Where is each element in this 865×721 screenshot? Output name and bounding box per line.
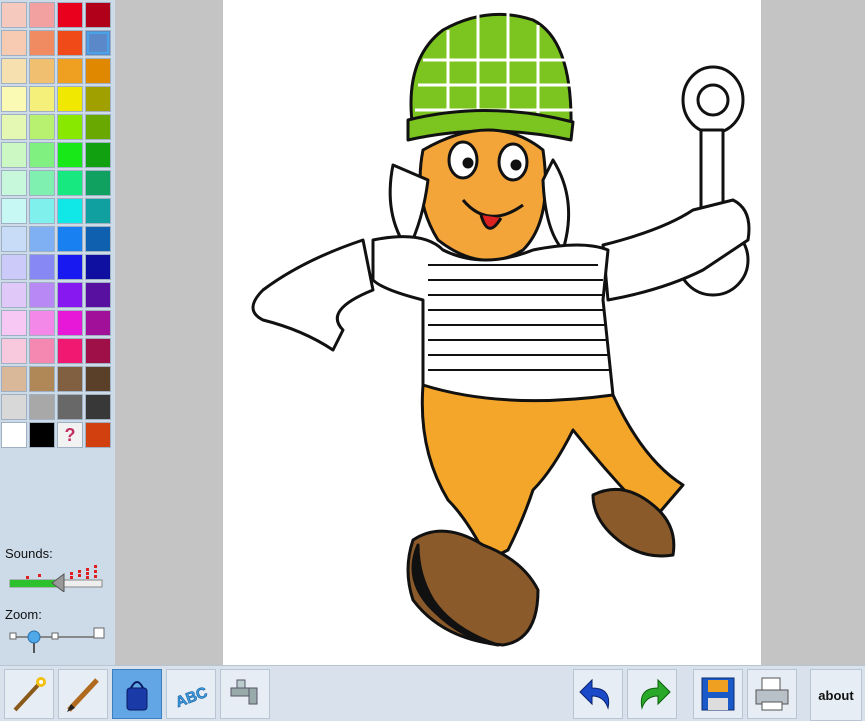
- color-swatch[interactable]: [1, 310, 27, 336]
- faucet-icon: [230, 679, 258, 705]
- color-swatch[interactable]: [1, 198, 27, 224]
- color-swatch[interactable]: [57, 170, 83, 196]
- color-swatch[interactable]: [85, 338, 111, 364]
- color-swatch[interactable]: [1, 58, 27, 84]
- left-panel: ? Sounds: Zoom:: [0, 0, 115, 665]
- color-swatch[interactable]: [1, 142, 27, 168]
- color-swatch[interactable]: [85, 282, 111, 308]
- undo-arrow-icon: [579, 678, 610, 710]
- color-swatch[interactable]: [1, 170, 27, 196]
- color-swatch[interactable]: [57, 114, 83, 140]
- color-swatch[interactable]: [29, 86, 55, 112]
- color-swatch[interactable]: [85, 226, 111, 252]
- text-abc-icon: ABC: [173, 684, 210, 712]
- color-swatch[interactable]: [85, 86, 111, 112]
- undo-button[interactable]: [573, 669, 623, 719]
- color-swatch[interactable]: [1, 338, 27, 364]
- zoom-slider-thumb: [27, 630, 41, 644]
- color-swatch[interactable]: [85, 114, 111, 140]
- faucet-tool[interactable]: [220, 669, 270, 719]
- abc-text: ABC: [173, 684, 210, 711]
- color-swatch[interactable]: [85, 170, 111, 196]
- color-swatch[interactable]: [1, 254, 27, 280]
- color-swatch[interactable]: [29, 30, 55, 56]
- color-swatch[interactable]: [57, 30, 83, 56]
- question-mark-icon: ?: [64, 424, 76, 445]
- color-swatch[interactable]: [1, 394, 27, 420]
- cartoon-character-drawing[interactable]: [223, 0, 761, 665]
- bottom-toolbar: ABC about: [0, 665, 865, 721]
- color-swatch[interactable]: [29, 394, 55, 420]
- color-swatch[interactable]: [1, 86, 27, 112]
- printer-icon: [755, 677, 789, 711]
- current-color-swatch[interactable]: [85, 422, 111, 448]
- color-swatch[interactable]: [57, 86, 83, 112]
- color-swatch[interactable]: [29, 422, 55, 448]
- color-swatch[interactable]: [85, 2, 111, 28]
- color-swatch[interactable]: [85, 394, 111, 420]
- color-swatch[interactable]: [29, 282, 55, 308]
- color-swatch[interactable]: [29, 170, 55, 196]
- zoom-slider[interactable]: [8, 625, 106, 655]
- paint-bucket-tool[interactable]: [112, 669, 162, 719]
- color-swatch[interactable]: [85, 254, 111, 280]
- color-swatch[interactable]: [1, 2, 27, 28]
- save-button[interactable]: [693, 669, 743, 719]
- color-swatch[interactable]: [85, 142, 111, 168]
- color-swatch[interactable]: [57, 394, 83, 420]
- color-swatch[interactable]: [57, 226, 83, 252]
- color-swatch[interactable]: [57, 198, 83, 224]
- pencil-icon: [67, 678, 99, 712]
- color-palette: ?: [1, 2, 111, 448]
- color-swatch[interactable]: [57, 310, 83, 336]
- zoom-label: Zoom:: [5, 607, 42, 622]
- color-swatch[interactable]: [85, 198, 111, 224]
- print-button[interactable]: [747, 669, 797, 719]
- color-swatch[interactable]: [29, 58, 55, 84]
- color-swatch[interactable]: [57, 338, 83, 364]
- magic-wand-tool[interactable]: [4, 669, 54, 719]
- color-swatch[interactable]: [85, 58, 111, 84]
- color-swatch[interactable]: [85, 30, 111, 56]
- color-swatch[interactable]: [29, 254, 55, 280]
- color-swatch[interactable]: [1, 282, 27, 308]
- color-swatch[interactable]: [57, 58, 83, 84]
- color-swatch[interactable]: [1, 226, 27, 252]
- color-swatch[interactable]: [85, 366, 111, 392]
- color-swatch[interactable]: [1, 114, 27, 140]
- color-swatch[interactable]: [1, 30, 27, 56]
- color-swatch[interactable]: [57, 254, 83, 280]
- volume-slider-thumb: [51, 573, 65, 592]
- pencil-tool[interactable]: [58, 669, 108, 719]
- color-swatch[interactable]: [29, 142, 55, 168]
- color-swatch[interactable]: [57, 282, 83, 308]
- color-swatch[interactable]: [1, 366, 27, 392]
- random-color-swatch[interactable]: ?: [57, 422, 83, 448]
- color-swatch[interactable]: [29, 338, 55, 364]
- text-tool[interactable]: ABC: [166, 669, 216, 719]
- about-button[interactable]: about: [810, 669, 862, 721]
- sounds-label: Sounds:: [5, 546, 53, 561]
- redo-arrow-icon: [640, 678, 671, 710]
- color-swatch[interactable]: [29, 198, 55, 224]
- color-swatch[interactable]: [85, 310, 111, 336]
- magic-wand-icon: [13, 677, 46, 712]
- color-swatch[interactable]: [57, 142, 83, 168]
- redo-button[interactable]: [627, 669, 677, 719]
- color-swatch[interactable]: [57, 2, 83, 28]
- color-swatch[interactable]: [29, 114, 55, 140]
- color-swatch[interactable]: [29, 2, 55, 28]
- paint-bucket-icon: [126, 681, 148, 711]
- coloring-canvas[interactable]: [223, 0, 761, 665]
- color-swatch[interactable]: [29, 310, 55, 336]
- color-swatch[interactable]: [29, 366, 55, 392]
- color-swatch[interactable]: [1, 422, 27, 448]
- sound-volume-slider[interactable]: [8, 562, 106, 592]
- floppy-disk-icon: [701, 677, 735, 711]
- drawing-area: [115, 0, 865, 665]
- color-swatch[interactable]: [29, 226, 55, 252]
- color-swatch[interactable]: [57, 366, 83, 392]
